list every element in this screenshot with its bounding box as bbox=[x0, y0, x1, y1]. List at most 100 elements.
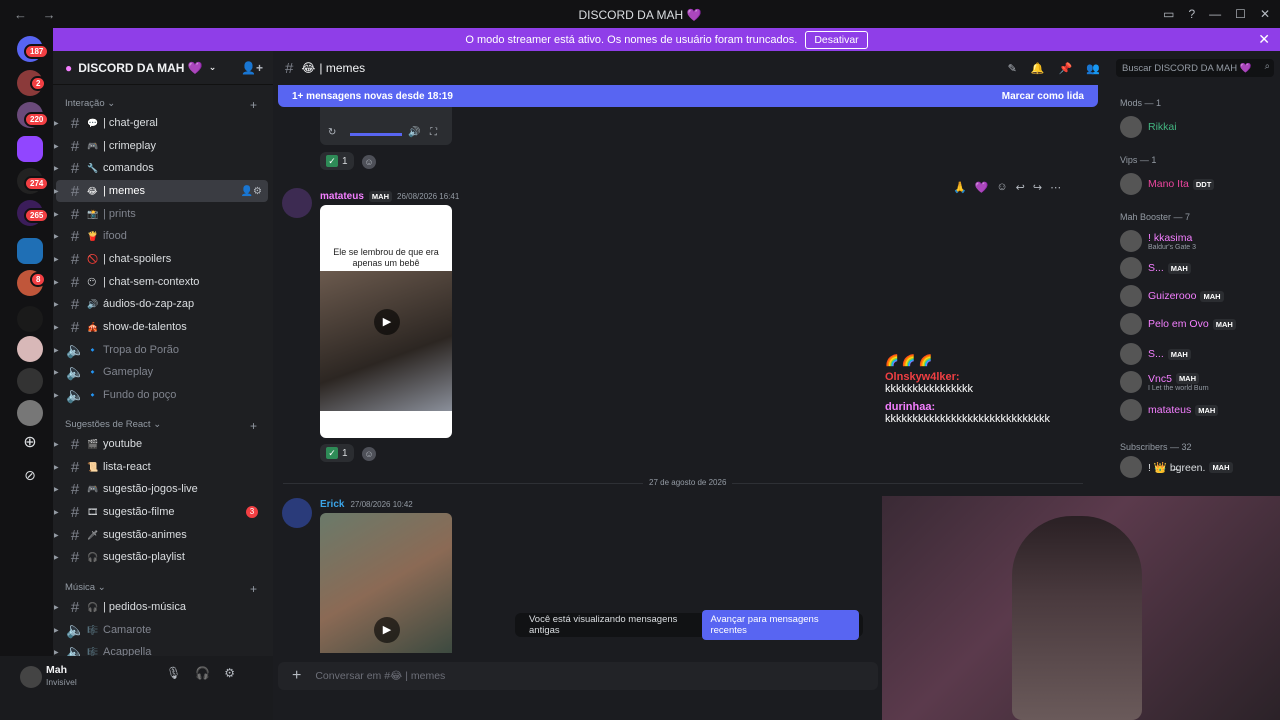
search-input[interactable]: Buscar DISCORD DA MAH 💜 ⌕ bbox=[1116, 59, 1274, 77]
channel-item[interactable]: ▶ # 🔊 áudios-do-zap-zap bbox=[54, 293, 268, 315]
member-item[interactable]: Guizerooo MAH bbox=[1120, 283, 1280, 309]
channel-item[interactable]: ▶ 🔈 🔹 Gameplay bbox=[54, 361, 268, 383]
add-reaction-icon[interactable]: ☺ bbox=[362, 447, 376, 461]
member-item[interactable]: Mano Ita DDT bbox=[1120, 171, 1280, 197]
channel-item[interactable]: ▶ # 🍟 ifood bbox=[54, 225, 268, 247]
video-attachment[interactable]: Ele se lembrou de que era apenas um bebê… bbox=[320, 205, 452, 438]
play-icon[interactable]: ▶ bbox=[374, 617, 400, 643]
video-player[interactable]: ↻ 🔊 ⛶ bbox=[320, 107, 452, 145]
add-channel-icon[interactable]: + bbox=[250, 419, 257, 433]
invite-icon[interactable]: 👤+ bbox=[241, 61, 263, 75]
channel-item[interactable]: ▶ # 🎮 | crimeplay bbox=[54, 135, 268, 157]
channel-item[interactable]: ▶ # 🎬 youtube bbox=[54, 433, 268, 455]
add-channel-icon[interactable]: + bbox=[250, 98, 257, 112]
message-author[interactable]: Erick bbox=[320, 499, 344, 510]
microphone-icon[interactable]: 🎙 bbox=[166, 666, 181, 680]
guild-header[interactable]: ● DISCORD DA MAH 💜 ⌄ 👤+ bbox=[53, 51, 273, 85]
bell-icon[interactable]: 🔔 bbox=[1031, 62, 1045, 75]
category-sugestoes[interactable]: Sugestões de React ⌄ + bbox=[65, 419, 257, 433]
disable-streamer-button[interactable]: Desativar bbox=[805, 30, 868, 49]
channel-item[interactable]: ▶ # 📸 | prints bbox=[54, 203, 268, 225]
channel-item[interactable]: ▶ 🔈 🔹 Tropa do Porão bbox=[54, 339, 268, 361]
member-item[interactable]: Vnc5 MAH I Let the world Burn bbox=[1120, 369, 1280, 395]
member-item[interactable]: S... MAH bbox=[1120, 255, 1280, 281]
video-attachment[interactable]: ▶ bbox=[320, 513, 452, 653]
window-controls[interactable]: ▭? — ☐ ✕ bbox=[1163, 7, 1270, 21]
add-server-icon[interactable]: ⊕ bbox=[17, 430, 43, 456]
reply-icon[interactable]: ↩ bbox=[1016, 181, 1025, 194]
member-item[interactable]: Rikkai bbox=[1120, 114, 1280, 140]
twitch-server-icon[interactable] bbox=[17, 136, 43, 162]
category-musica[interactable]: Música ⌄ + bbox=[65, 582, 257, 596]
minimize-icon[interactable]: — bbox=[1209, 7, 1221, 21]
message-composer[interactable]: + Conversar em #😂 | memes bbox=[278, 662, 878, 690]
channel-item[interactable]: ▶ # 🔧 comandos bbox=[54, 157, 268, 179]
video-caption: Ele se lembrou de que era apenas um bebê bbox=[333, 247, 439, 268]
server-icon[interactable] bbox=[17, 336, 43, 362]
forward-icon[interactable]: ↪ bbox=[1033, 181, 1042, 194]
member-item[interactable]: S... MAH bbox=[1120, 341, 1280, 367]
member-item[interactable]: matateus MAH bbox=[1120, 397, 1280, 423]
avatar[interactable] bbox=[282, 498, 312, 528]
emoji-icon[interactable]: ☺ bbox=[996, 181, 1007, 194]
close-banner-icon[interactable]: ✕ bbox=[1258, 31, 1270, 48]
overlay-user: durinhaa: bbox=[885, 401, 936, 413]
server-icon[interactable] bbox=[17, 400, 43, 426]
maximize-icon[interactable]: ☐ bbox=[1235, 7, 1246, 21]
more-icon[interactable]: ⋯ bbox=[1050, 181, 1061, 194]
server-icon[interactable] bbox=[17, 238, 43, 264]
add-attachment-icon[interactable]: + bbox=[292, 667, 301, 685]
jump-to-present-button[interactable]: Avançar para mensagens recentes bbox=[702, 610, 859, 640]
hash-icon: # bbox=[70, 273, 80, 291]
channel-item[interactable]: ▶ # 🗡 sugestão-animes bbox=[54, 524, 268, 546]
add-channel-icon[interactable]: + bbox=[250, 582, 257, 596]
pray-icon[interactable]: 🙏 bbox=[953, 181, 967, 194]
member-item[interactable]: Pelo em Ovo MAH bbox=[1120, 311, 1280, 337]
channel-settings-icon[interactable]: 👤⚙ bbox=[241, 186, 262, 197]
channel-item[interactable]: ▶ # 📜 lista-react bbox=[54, 456, 268, 478]
avatar[interactable] bbox=[282, 188, 312, 218]
channel-item[interactable]: ▶ # 🎧 sugestão-playlist bbox=[54, 546, 268, 568]
member-item[interactable]: ! kkasima Baldur's Gate 3 bbox=[1120, 228, 1280, 254]
volume-icon[interactable]: 🔊 bbox=[408, 127, 420, 138]
channel-item[interactable]: ▶ # 😂 | memes 👤⚙ bbox=[54, 180, 268, 202]
channel-item[interactable]: ▶ # 🎮 sugestão-jogos-live bbox=[54, 478, 268, 500]
threads-icon[interactable]: ✎ bbox=[1008, 62, 1017, 75]
reaction-check[interactable]: ✓ 1 bbox=[320, 152, 354, 170]
reaction-check[interactable]: ✓ 1 bbox=[320, 444, 354, 462]
play-icon[interactable]: ▶ bbox=[374, 309, 400, 335]
inbox-icon[interactable]: ▭ bbox=[1163, 7, 1174, 21]
discover-icon[interactable]: ⊘ bbox=[17, 462, 43, 488]
server-icon[interactable] bbox=[17, 306, 43, 332]
expand-arrow-icon: ▶ bbox=[54, 324, 59, 331]
overlay-text: kkkkkkkkkkkkkkkk bbox=[885, 383, 973, 395]
message-author[interactable]: matateus bbox=[320, 191, 364, 202]
heart-icon[interactable]: 💜 bbox=[975, 181, 989, 194]
mark-read-button[interactable]: Marcar como lida bbox=[1002, 91, 1084, 102]
settings-icon[interactable]: ⚙ bbox=[224, 666, 235, 680]
channel-item[interactable]: ▶ # 🎞 sugestão-filme 3 bbox=[54, 501, 268, 523]
video-progress[interactable] bbox=[350, 133, 402, 136]
pin-icon[interactable]: 📌 bbox=[1059, 62, 1073, 75]
back-forward-icon[interactable]: ← → bbox=[14, 7, 62, 22]
new-messages-bar[interactable]: 1+ mensagens novas desde 18:19 Marcar co… bbox=[278, 85, 1098, 107]
replay-icon[interactable]: ↻ bbox=[328, 127, 336, 138]
add-reaction-icon[interactable]: ☺ bbox=[362, 155, 376, 169]
channel-item[interactable]: ▶ # 🎪 show-de-talentos bbox=[54, 316, 268, 338]
channel-item[interactable]: ▶ # 😶 | chat-sem-contexto bbox=[54, 271, 268, 293]
fullscreen-icon[interactable]: ⛶ bbox=[430, 127, 437, 138]
category-interacao[interactable]: Interação ⌄ + bbox=[65, 98, 257, 112]
help-icon[interactable]: ? bbox=[1188, 7, 1195, 21]
server-icon[interactable] bbox=[17, 368, 43, 394]
avatar[interactable] bbox=[20, 666, 42, 688]
channel-item[interactable]: ▶ # 💬 | chat-geral bbox=[54, 112, 268, 134]
member-item[interactable]: ! 👑 b̶green. MAH bbox=[1120, 454, 1280, 480]
channel-item[interactable]: ▶ # 🎧 | pedidos-música bbox=[54, 596, 268, 618]
headphones-icon[interactable]: 🎧 bbox=[195, 666, 210, 680]
channel-item[interactable]: ▶ 🔈 🔹 Fundo do poço bbox=[54, 384, 268, 406]
channel-item[interactable]: ▶ 🔈 🎼 Camarote bbox=[54, 619, 268, 641]
members-icon[interactable]: 👥 bbox=[1086, 62, 1100, 75]
close-icon[interactable]: ✕ bbox=[1260, 7, 1270, 21]
channel-item[interactable]: ▶ # 🚫 | chat-spoilers bbox=[54, 248, 268, 270]
avatar bbox=[1120, 257, 1142, 279]
